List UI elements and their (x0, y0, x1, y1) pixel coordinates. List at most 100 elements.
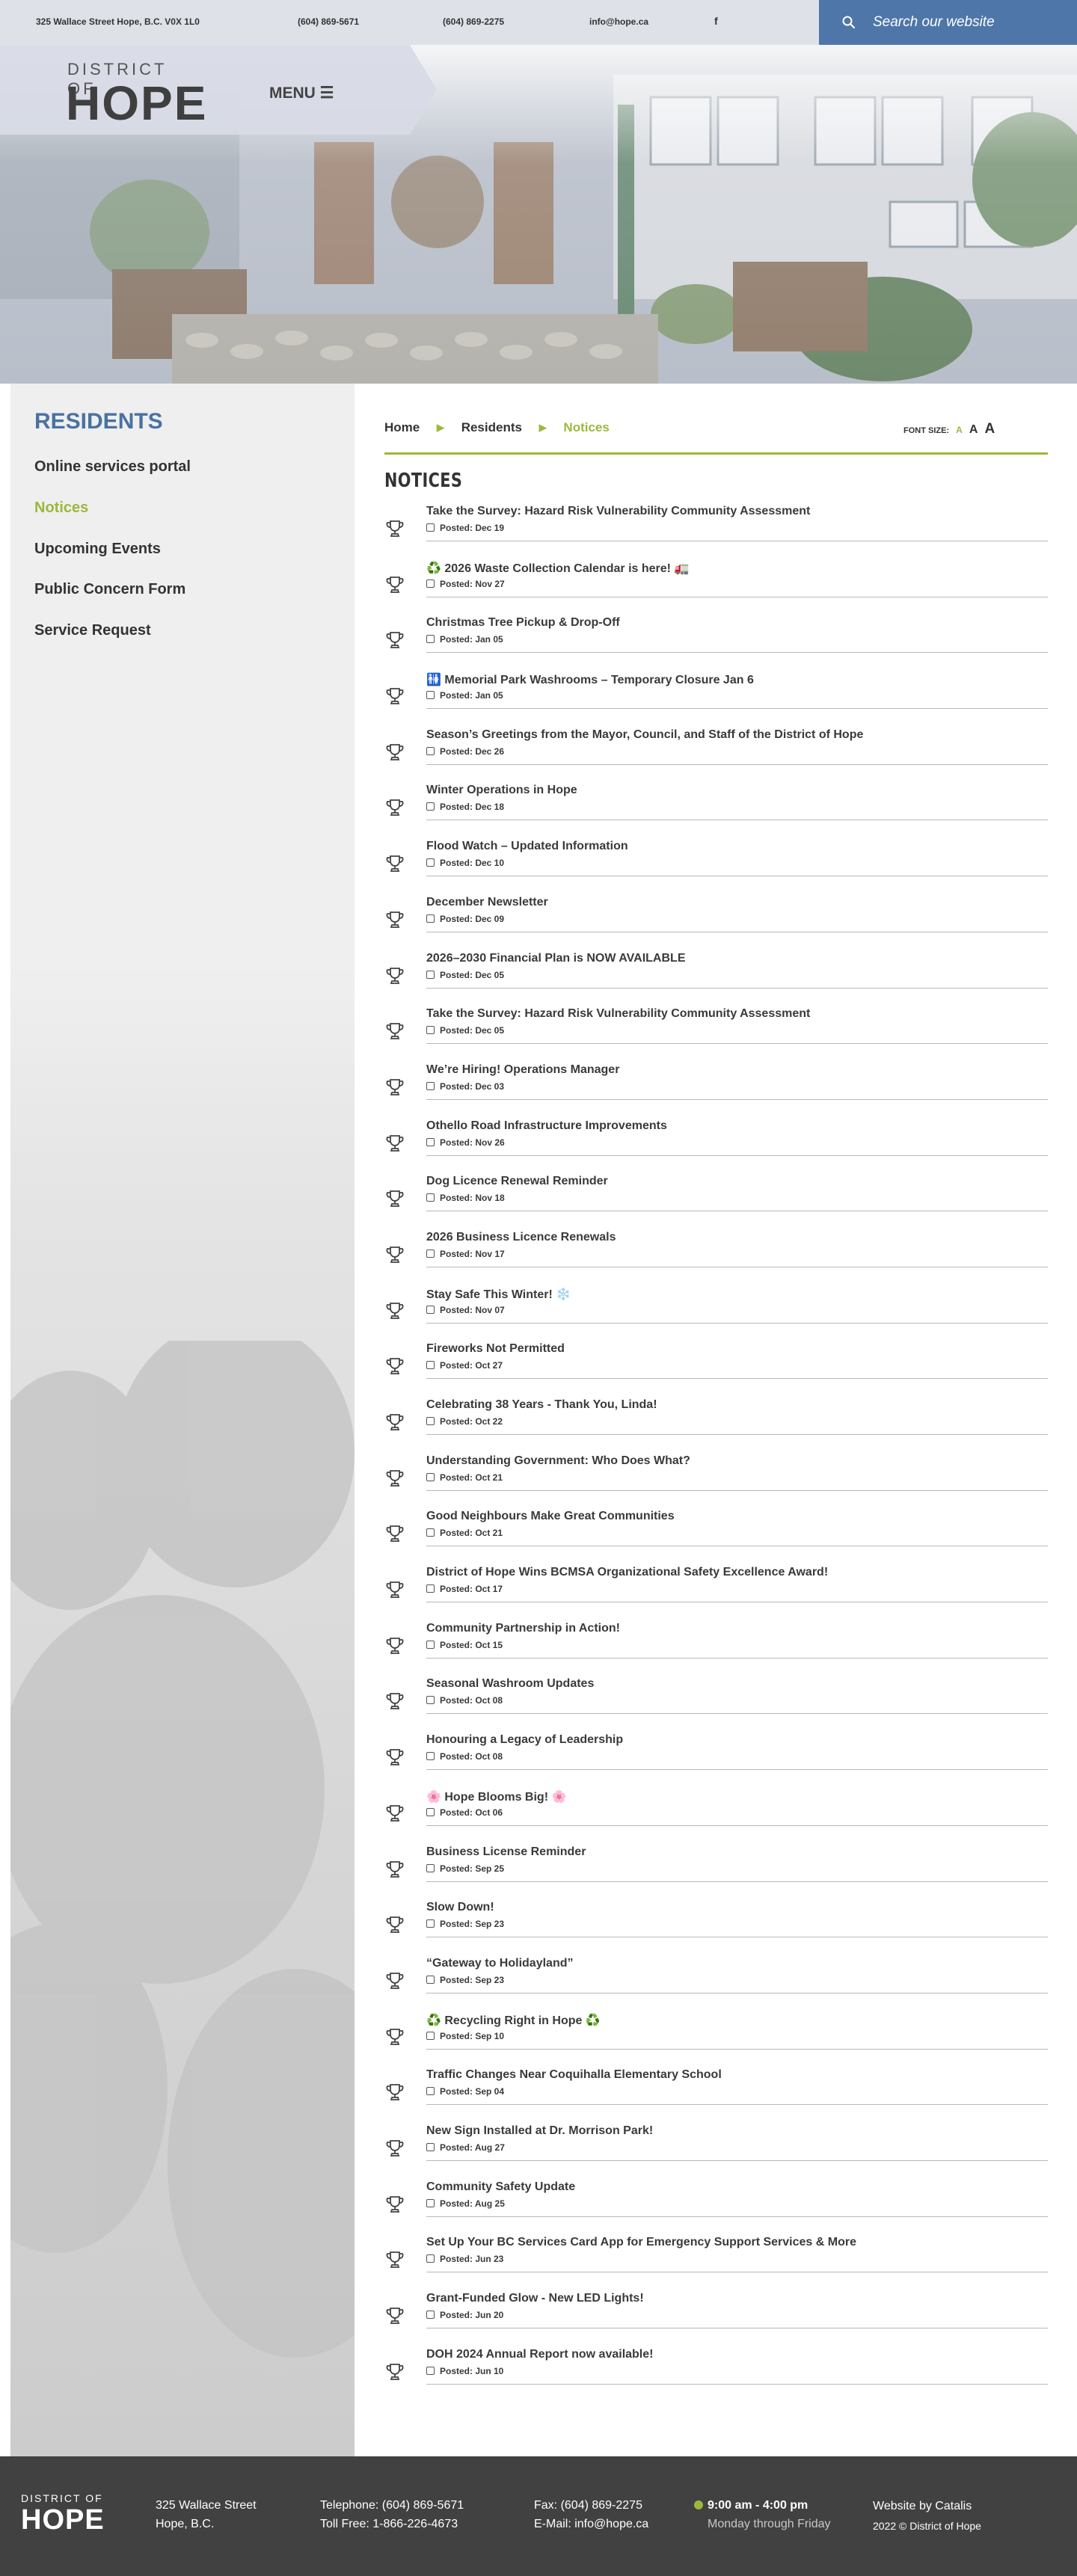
notice-title-link[interactable]: Stay Safe This Winter! ❄️ (426, 1287, 571, 1302)
notice-date: Posted: Nov 26 (426, 1137, 505, 1148)
notice-item[interactable]: DOH 2024 Annual Report now available! Pos… (384, 2345, 1048, 2401)
notice-item[interactable]: Season’s Greetings from the Mayor, Counc… (384, 725, 1048, 781)
notice-item[interactable]: Take the Survey: Hazard Risk Vulnerabili… (384, 1004, 1048, 1060)
sidebar-item-online-services[interactable]: Online services portal (34, 458, 191, 476)
notice-item[interactable]: Business License Reminder Posted: Sep 25 (384, 1842, 1048, 1899)
notice-title-link[interactable]: December Newsletter (426, 896, 548, 909)
notice-posted-date: Posted: Jun 23 (440, 2254, 504, 2265)
trophy-icon (386, 1414, 404, 1430)
notice-title-link[interactable]: 🌸 Hope Blooms Big! 🌸 (426, 1789, 566, 1804)
notice-item[interactable]: December Newsletter Posted: Dec 09 (384, 893, 1048, 949)
notice-title-link[interactable]: ♻️ Recycling Right in Hope ♻️ (426, 2013, 601, 2028)
notice-title-link[interactable]: Good Neighbours Make Great Communities (426, 1510, 675, 1523)
notice-title-link[interactable]: “Gateway to Holidayland” (426, 1957, 573, 1970)
notice-item[interactable]: Seasonal Washroom Updates Posted: Oct 08 (384, 1674, 1048, 1730)
notice-item[interactable]: Christmas Tree Pickup & Drop-Off Posted: … (384, 613, 1048, 669)
notice-item[interactable]: Dog Licence Renewal Reminder Posted: Nov … (384, 1172, 1048, 1228)
notice-item[interactable]: 🚻 Memorial Park Washrooms – Temporary Cl… (384, 669, 1048, 725)
footer-credit[interactable]: Website by Catalis (873, 2500, 972, 2513)
notice-title-link[interactable]: Business License Reminder (426, 1845, 586, 1859)
notice-title-link[interactable]: Season’s Greetings from the Mayor, Counc… (426, 728, 863, 742)
footer-logo-hope[interactable]: HOPE (21, 2504, 105, 2536)
notice-title-link[interactable]: Slow Down! (426, 1901, 494, 1914)
notice-date: Posted: Sep 23 (426, 1975, 504, 1985)
notice-item[interactable]: We’re Hiring! Operations Manager Posted: … (384, 1060, 1048, 1116)
notice-item[interactable]: Community Safety Update Posted: Aug 25 (384, 2177, 1048, 2234)
topbar-email-link[interactable]: info@hope.ca (589, 16, 648, 27)
notice-title-link[interactable]: District of Hope Wins BCMSA Organization… (426, 1566, 828, 1579)
notice-title-link[interactable]: Christmas Tree Pickup & Drop-Off (426, 616, 620, 630)
notice-title-link[interactable]: We’re Hiring! Operations Manager (426, 1063, 619, 1077)
notice-title-link[interactable]: 2026 Business Licence Renewals (426, 1231, 616, 1244)
notice-title-link[interactable]: Flood Watch – Updated Information (426, 840, 628, 853)
topbar-phone-link[interactable]: (604) 869-5671 (298, 16, 359, 27)
notice-date: Posted: Nov 07 (426, 1305, 505, 1315)
footer-email[interactable]: E-Mail: info@hope.ca (534, 2518, 648, 2531)
notice-title-link[interactable]: Seasonal Washroom Updates (426, 1677, 594, 1691)
notice-title-link[interactable]: Community Partnership in Action! (426, 1622, 620, 1635)
notice-title-link[interactable]: Celebrating 38 Years - Thank You, Linda! (426, 1398, 657, 1412)
notice-title-link[interactable]: 🚻 Memorial Park Washrooms – Temporary Cl… (426, 672, 754, 687)
footer-toll-free[interactable]: Toll Free: 1-866-226-4673 (320, 2518, 458, 2531)
notice-item[interactable]: District of Hope Wins BCMSA Organization… (384, 1563, 1048, 1619)
notice-title-link[interactable]: Community Safety Update (426, 2180, 575, 2194)
notice-item[interactable]: New Sign Installed at Dr. Morrison Park!… (384, 2121, 1048, 2177)
menu-button[interactable]: MENU ☰ (269, 84, 334, 102)
search-input[interactable] (873, 10, 1060, 34)
footer-telephone[interactable]: Telephone: (604) 869-5671 (320, 2499, 464, 2512)
facebook-icon[interactable]: f (714, 15, 718, 27)
notice-title-link[interactable]: DOH 2024 Annual Report now available! (426, 2348, 653, 2361)
font-size-medium-button[interactable]: A (969, 423, 978, 437)
notice-item[interactable]: Take the Survey: Hazard Risk Vulnerabili… (384, 502, 1048, 558)
font-size-large-button[interactable]: A (985, 421, 995, 437)
search-icon[interactable] (841, 15, 856, 30)
notice-item[interactable]: Celebrating 38 Years - Thank You, Linda!… (384, 1395, 1048, 1451)
notice-item[interactable]: Grant-Funded Glow - New LED Lights! Poste… (384, 2289, 1048, 2345)
notice-item[interactable]: Good Neighbours Make Great Communities Po… (384, 1507, 1048, 1563)
notice-item[interactable]: ♻️ Recycling Right in Hope ♻️ Posted: Sep… (384, 2010, 1048, 2066)
notice-posted-date: Posted: Dec 03 (440, 1080, 505, 1092)
sidebar-item-service-request[interactable]: Service Request (34, 622, 151, 639)
font-size-small-button[interactable]: A (956, 425, 963, 435)
notice-title-link[interactable]: Grant-Funded Glow - New LED Lights! (426, 2292, 644, 2305)
notice-divider (426, 2216, 1048, 2217)
notice-title-link[interactable]: Honouring a Legacy of Leadership (426, 1733, 623, 1747)
logo-hope[interactable]: HOPE (66, 79, 207, 127)
notice-item[interactable]: Set Up Your BC Services Card App for Eme… (384, 2233, 1048, 2289)
notice-title-link[interactable]: Take the Survey: Hazard Risk Vulnerabili… (426, 505, 810, 518)
notice-title-link[interactable]: Set Up Your BC Services Card App for Eme… (426, 2236, 856, 2249)
notice-title-link[interactable]: Take the Survey: Hazard Risk Vulnerabili… (426, 1007, 810, 1021)
notice-item[interactable]: Slow Down! Posted: Sep 23 (384, 1898, 1048, 1954)
breadcrumb-residents[interactable]: Residents (461, 420, 522, 435)
notice-title-link[interactable]: New Sign Installed at Dr. Morrison Park! (426, 2124, 653, 2138)
notice-title-link[interactable]: 2026–2030 Financial Plan is NOW AVAILABL… (426, 952, 685, 965)
notice-item[interactable]: Stay Safe This Winter! ❄️ Posted: Nov 07 (384, 1284, 1048, 1340)
sidebar-item-public-concern-form[interactable]: Public Concern Form (34, 581, 185, 598)
sidebar-item-notices[interactable]: Notices (34, 499, 88, 517)
notice-divider (426, 1881, 1048, 1882)
notice-item[interactable]: 2026–2030 Financial Plan is NOW AVAILABL… (384, 949, 1048, 1005)
notice-item[interactable]: 2026 Business Licence Renewals Posted: No… (384, 1228, 1048, 1284)
notice-item[interactable]: Community Partnership in Action! Posted: … (384, 1619, 1048, 1675)
notice-item[interactable]: Flood Watch – Updated Information Posted:… (384, 837, 1048, 893)
notice-item[interactable]: Understanding Government: Who Does What?… (384, 1451, 1048, 1507)
notice-item[interactable]: Fireworks Not Permitted Posted: Oct 27 (384, 1339, 1048, 1395)
notice-title-link[interactable]: Fireworks Not Permitted (426, 1342, 565, 1356)
breadcrumb-home[interactable]: Home (384, 420, 420, 435)
notice-item[interactable]: 🌸 Hope Blooms Big! 🌸 Posted: Oct 06 (384, 1786, 1048, 1842)
sidebar-item-upcoming-events[interactable]: Upcoming Events (34, 541, 161, 558)
notice-title-link[interactable]: ♻️ 2026 Waste Collection Calendar is her… (426, 561, 689, 576)
notice-item[interactable]: Traffic Changes Near Coquihalla Elementa… (384, 2065, 1048, 2121)
notice-title-link[interactable]: Dog Licence Renewal Reminder (426, 1175, 608, 1188)
notice-title-link[interactable]: Othello Road Infrastructure Improvements (426, 1119, 667, 1133)
notice-title-link[interactable]: Traffic Changes Near Coquihalla Elementa… (426, 2068, 722, 2082)
notice-item[interactable]: “Gateway to Holidayland” Posted: Sep 23 (384, 1954, 1048, 2010)
notice-item[interactable]: ♻️ 2026 Waste Collection Calendar is her… (384, 558, 1048, 614)
topbar-fax-link[interactable]: (604) 869-2275 (443, 16, 504, 27)
notice-item[interactable]: Winter Operations in Hope Posted: Dec 18 (384, 781, 1048, 837)
notice-item[interactable]: Honouring a Legacy of Leadership Posted: … (384, 1730, 1048, 1786)
notice-item[interactable]: Othello Road Infrastructure Improvements… (384, 1116, 1048, 1172)
notice-title-link[interactable]: Winter Operations in Hope (426, 784, 577, 797)
calendar-icon (426, 858, 435, 867)
notice-title-link[interactable]: Understanding Government: Who Does What? (426, 1454, 690, 1468)
